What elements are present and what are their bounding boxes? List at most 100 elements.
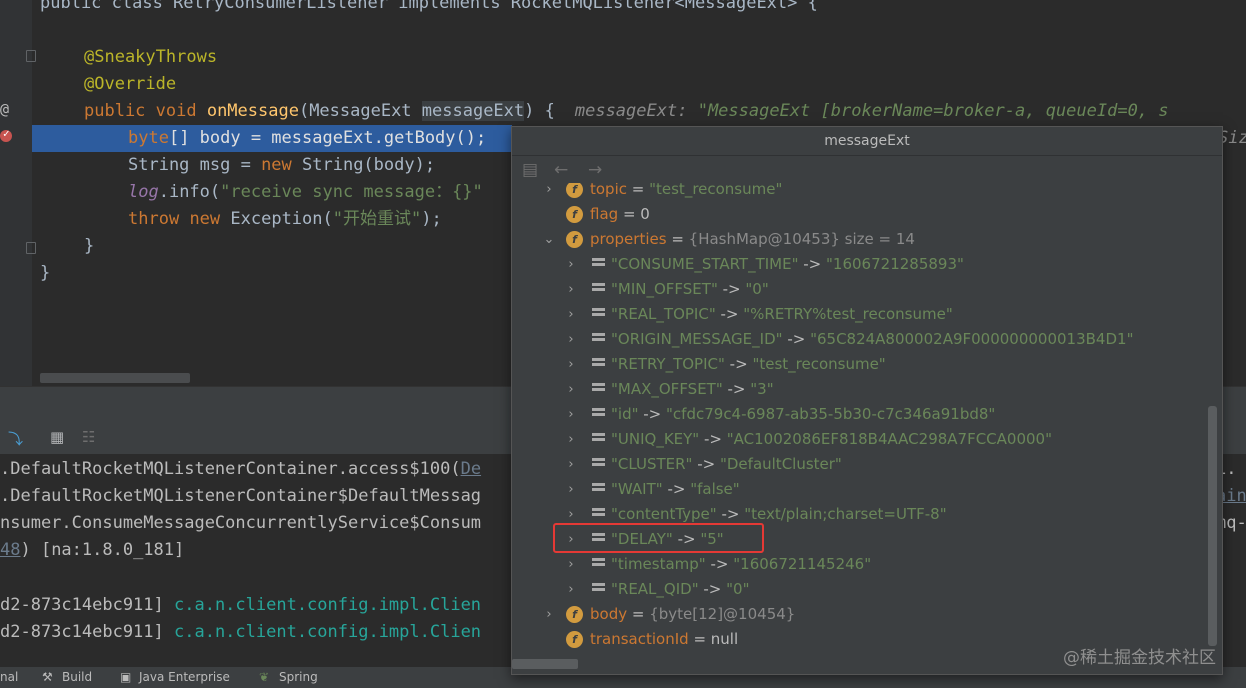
expand-arrow-icon[interactable]: › (564, 552, 578, 577)
console-text: .DefaultRocketMQListenerContainer.access… (0, 459, 461, 479)
expand-arrow-icon[interactable]: › (564, 477, 578, 502)
code-line-log: log.info("receive sync message：{}" (128, 179, 483, 206)
keyword-new: new (189, 209, 221, 229)
terminal-tab[interactable]: nal (0, 670, 18, 684)
keyword-byte: byte (128, 128, 169, 148)
param-messageExt[interactable]: messageExt (421, 101, 525, 121)
map-key: "WAIT" (611, 480, 663, 498)
expand-arrow-icon[interactable]: › (564, 402, 578, 427)
class-declaration-line: public class RetryConsumerListener imple… (40, 0, 818, 13)
field-entry: topic = "test_reconsume" (590, 183, 782, 202)
method-signature-line: public void onMessage(MessageExt message… (84, 98, 1169, 125)
map-entry: "id" -> "cfdc79c4-6987-ab35-5b30-c7c346a… (611, 405, 996, 423)
field-value: "test_reconsume" (649, 183, 783, 198)
expand-arrow-icon[interactable]: › (564, 302, 578, 327)
forward-arrow-icon[interactable]: → (588, 160, 602, 180)
map-entry: "ORIGIN_MESSAGE_ID" -> "65C824A800002A9F… (611, 330, 1134, 348)
fold-marker[interactable] (26, 50, 36, 62)
field-entry: flag = 0 (590, 205, 650, 223)
popup-title: messageExt (512, 127, 1222, 156)
java-enterprise-tab[interactable]: Java Enterprise (139, 670, 230, 684)
map-entry: "REAL_TOPIC" -> "%RETRY%test_reconsume" (611, 305, 953, 323)
log-call: .info( (158, 182, 221, 202)
map-key: "MIN_OFFSET" (611, 280, 718, 298)
map-value: "0" (745, 280, 769, 298)
code-line-body: byte[] body = messageExt.getBody(); (128, 125, 486, 152)
map-value: "test_reconsume" (752, 355, 886, 373)
popup-horizontal-scrollbar[interactable] (512, 659, 578, 669)
variable-inspector-popup[interactable]: messageExt ▤ ← → › f topic = "test_recon… (511, 126, 1223, 675)
expand-arrow-icon[interactable]: › (542, 183, 556, 202)
map-entry: "MAX_OFFSET" -> "3" (611, 380, 774, 398)
map-key: "ORIGIN_MESSAGE_ID" (611, 330, 783, 348)
map-value: "DefaultCluster" (719, 455, 842, 473)
map-key: "id" (611, 405, 639, 423)
map-value: "%RETRY%test_reconsume" (743, 305, 953, 323)
map-key: "MAX_OFFSET" (611, 380, 723, 398)
field-meta: {byte[12]@10454} (649, 605, 796, 623)
annotation-line: @SneakyThrows (84, 44, 217, 71)
keyword-throw: throw (128, 209, 180, 229)
expand-arrow-icon[interactable]: › (564, 377, 578, 402)
annotation-line: @Override (84, 71, 176, 98)
popup-vertical-scrollbar[interactable] (1208, 406, 1217, 646)
field-icon: f (566, 183, 583, 198)
inline-debug-hint-value[interactable]: "MessageExt [brokerName=broker-a, queueI… (698, 101, 1169, 121)
highlight-annotation-box (553, 523, 764, 553)
field-value: null (710, 630, 739, 648)
spring-tab[interactable]: Spring (279, 670, 318, 684)
map-value: "3" (750, 380, 774, 398)
map-entry-icon (592, 458, 605, 471)
map-entry-icon (592, 383, 605, 396)
expand-arrow-icon[interactable]: › (564, 427, 578, 452)
expand-arrow-icon[interactable]: › (542, 602, 556, 627)
editor-horizontal-scrollbar[interactable] (40, 373, 190, 383)
variable-tree[interactable]: › f topic = "test_reconsume" f flag = 0 … (512, 183, 1210, 658)
console-text: ) [na:1.8.0_181] (20, 540, 185, 560)
map-value: "AC1002086EF818B4AAC298A7FCCA0000" (726, 430, 1052, 448)
override-marker-icon[interactable]: @ (0, 100, 9, 118)
back-arrow-icon[interactable]: ← (554, 160, 568, 180)
expand-arrow-icon[interactable]: › (564, 252, 578, 277)
field-value: 0 (640, 205, 650, 223)
console-line: d2-873c14ebc911] c.a.n.client.config.imp… (0, 592, 481, 619)
fold-marker[interactable] (26, 242, 36, 254)
expand-arrow-icon[interactable]: › (564, 452, 578, 477)
method-name: onMessage (206, 101, 299, 121)
table-view-icon[interactable]: ▦ (50, 428, 64, 446)
map-value: "text/plain;charset=UTF-8" (744, 505, 947, 523)
expand-arrow-icon[interactable]: › (564, 327, 578, 352)
method-modifiers: public void (84, 101, 207, 121)
map-value: "0" (726, 580, 750, 598)
layout-icon[interactable]: ☷ (82, 428, 95, 446)
map-value: "false" (690, 480, 740, 498)
map-entry-icon (592, 258, 605, 271)
throw-statement-b: ); (421, 209, 442, 229)
watermark-text: @稀土掘金技术社区 (1063, 648, 1216, 668)
map-value: "1606721285893" (826, 255, 964, 273)
map-entry: "timestamp" -> "1606721145246" (611, 555, 872, 573)
field-name: body (590, 605, 628, 623)
map-entry: "UNIQ_KEY" -> "AC1002086EF818B4AAC298A7F… (611, 430, 1052, 448)
expand-arrow-icon[interactable]: › (564, 577, 578, 602)
map-key: "REAL_TOPIC" (611, 305, 716, 323)
build-tab[interactable]: Build (62, 670, 92, 684)
console-link[interactable]: 48 (0, 540, 20, 560)
expand-arrow-icon[interactable]: › (564, 277, 578, 302)
map-entry: "RETRY_TOPIC" -> "test_reconsume" (611, 355, 886, 373)
console-link[interactable]: De (461, 459, 481, 479)
inline-debug-hint-label: messageExt: (574, 101, 688, 121)
field-name: properties (590, 230, 667, 248)
watch-icon[interactable]: ▤ (522, 160, 538, 180)
field-name: topic (590, 183, 627, 198)
enterprise-icon: ▣ (120, 670, 132, 684)
expand-arrow-icon[interactable]: › (564, 352, 578, 377)
map-entry-icon (592, 408, 605, 421)
console-line: nsumer.ConsumeMessageConcurrentlyService… (0, 510, 481, 537)
map-key: "CONSUME_START_TIME" (611, 255, 799, 273)
console-logger-name: c.a.n.client.config.impl.Clien (174, 595, 482, 615)
collapse-arrow-icon[interactable]: ⌄ (542, 227, 556, 252)
throw-statement-a: Exception( (220, 209, 333, 229)
msg-statement-a: String msg = (128, 155, 262, 175)
step-into-icon[interactable]: ⤵ (8, 428, 23, 449)
